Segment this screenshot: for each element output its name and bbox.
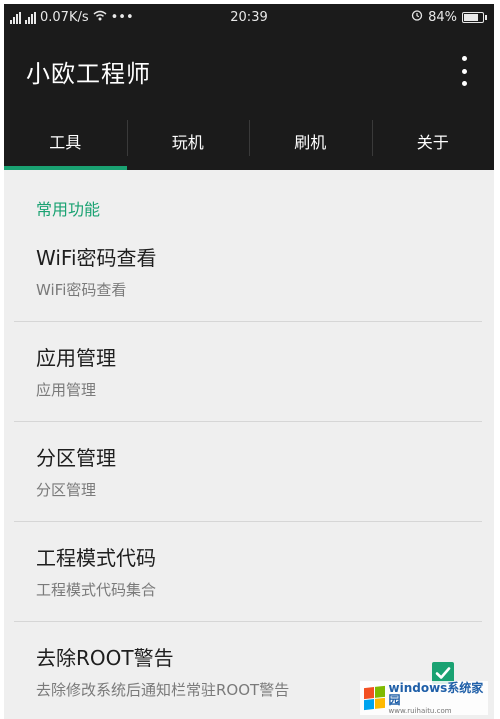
settings-list: 常用功能 WiFi密码查看 WiFi密码查看 应用管理 应用管理 分区管理 分区…: [4, 170, 494, 719]
item-subtitle: 工程模式代码集合: [36, 581, 157, 599]
item-title: 工程模式代码: [36, 546, 156, 570]
watermark: windows系统家园 www.ruihaitu.com: [360, 681, 488, 715]
phone-screen: 0.07K/s ••• 20:39 84% 小欧工程师 工具 玩机 刷机 关于 …: [4, 4, 494, 719]
item-subtitle: 应用管理: [36, 381, 97, 399]
item-title: 分区管理: [36, 446, 116, 470]
tab-label: 刷机: [294, 133, 327, 152]
watermark-brand: windows系统家园: [388, 680, 484, 707]
tab-flash[interactable]: 刷机: [249, 112, 372, 170]
item-subtitle: 去除修改系统后通知栏常驻ROOT警告: [36, 681, 290, 699]
app-title: 小欧工程师: [26, 60, 151, 88]
tab-label: 玩机: [171, 133, 204, 152]
alarm-icon: [411, 9, 423, 25]
watermark-url: www.ruihaitu.com: [388, 706, 452, 715]
item-title: WiFi密码查看: [36, 246, 157, 270]
item-title: 应用管理: [36, 346, 116, 370]
tab-bar: 工具 玩机 刷机 关于: [4, 112, 494, 170]
tab-label: 关于: [416, 133, 449, 152]
battery-percent: 84%: [428, 9, 457, 25]
item-subtitle: WiFi密码查看: [36, 281, 127, 299]
battery-fill: [464, 13, 479, 21]
item-title: 去除ROOT警告: [36, 646, 174, 670]
tab-label: 工具: [49, 133, 82, 152]
list-item-partition-manager[interactable]: 分区管理 分区管理: [14, 422, 482, 522]
check-icon: [435, 667, 451, 679]
list-item-wifi-password[interactable]: WiFi密码查看 WiFi密码查看: [14, 222, 482, 322]
status-bar: 0.07K/s ••• 20:39 84%: [4, 4, 494, 32]
tab-about[interactable]: 关于: [371, 112, 495, 170]
item-subtitle: 分区管理: [36, 481, 97, 499]
battery-icon: [462, 11, 487, 23]
section-header: 常用功能: [36, 200, 101, 219]
list-item-app-manager[interactable]: 应用管理 应用管理: [14, 322, 482, 422]
list-item-engineering-codes[interactable]: 工程模式代码 工程模式代码集合: [14, 522, 482, 622]
status-right: 84%: [411, 9, 487, 25]
tab-play[interactable]: 玩机: [126, 112, 250, 170]
tab-tools[interactable]: 工具: [4, 112, 127, 170]
windows-logo-icon: [364, 685, 385, 711]
overflow-menu-icon[interactable]: [452, 56, 476, 86]
app-bar: 小欧工程师: [4, 32, 494, 112]
